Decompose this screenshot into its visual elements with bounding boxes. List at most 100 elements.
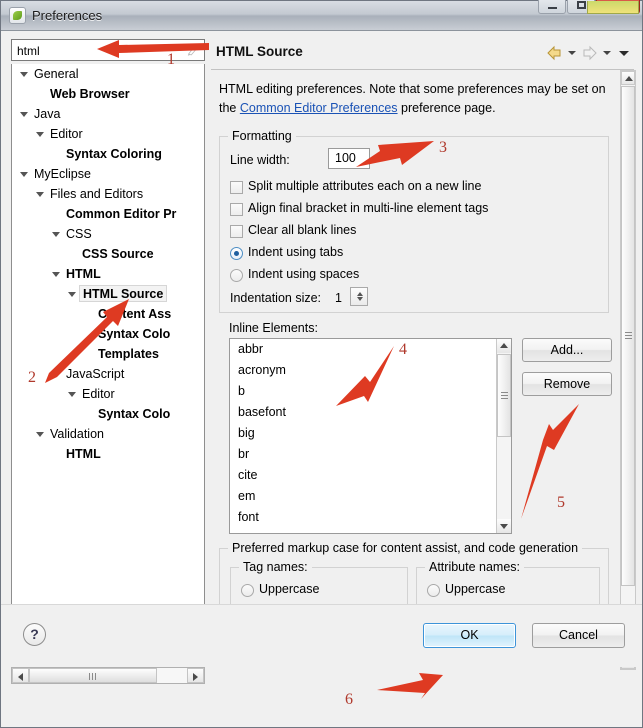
list-scroll-down-arrow-icon[interactable] [497, 519, 511, 533]
radio-label: Indent using tabs [248, 245, 344, 259]
tree-twisty-icon[interactable] [20, 172, 28, 180]
scroll-right-arrow-icon[interactable] [187, 668, 204, 683]
annotation-number-3: 3 [439, 139, 447, 156]
tree-item[interactable]: Files and Editors [12, 184, 204, 204]
tree-item-label: CSS Source [82, 247, 154, 261]
checkbox-box[interactable] [230, 181, 243, 194]
indentation-size-label: Indentation size: [230, 291, 322, 305]
list-item[interactable]: big [230, 423, 511, 444]
annotation-arrow-4 [336, 346, 394, 406]
list-vertical-scrollbar[interactable] [496, 339, 511, 533]
add-button[interactable]: Add... [522, 338, 612, 362]
hscroll-thumb[interactable] [29, 668, 157, 683]
page-title: HTML Source [216, 44, 303, 59]
tree-item-label: MyEclipse [34, 167, 91, 181]
page-toolbar [546, 45, 632, 61]
annotation-number-5: 5 [557, 494, 565, 511]
tag-names-legend: Tag names: [239, 560, 312, 574]
list-item[interactable]: br [230, 444, 511, 465]
tree-item-label: Files and Editors [50, 187, 144, 201]
remove-button[interactable]: Remove [522, 372, 612, 396]
tree-twisty-icon[interactable] [36, 192, 44, 200]
list-item[interactable]: cite [230, 465, 511, 486]
vscroll-thumb[interactable] [621, 86, 635, 586]
cancel-button[interactable]: Cancel [532, 623, 625, 648]
tree-item-label: CSS [66, 227, 92, 241]
tree-item[interactable]: HTML [12, 444, 204, 464]
tree-twisty-icon[interactable] [52, 272, 60, 280]
indentation-size-value: 1 [335, 291, 342, 305]
annotation-arrow-5 [521, 404, 579, 519]
annotation-arrow-2 [45, 299, 129, 383]
tree-twisty-icon[interactable] [20, 72, 28, 80]
help-question-icon[interactable]: ? [23, 623, 46, 646]
page-description: HTML editing preferences. Note that some… [219, 80, 611, 118]
checkbox-box[interactable] [230, 203, 243, 216]
tree-item-label: Common Editor Pr [66, 207, 177, 221]
annotation-number-6: 6 [345, 691, 353, 708]
tree-item[interactable]: HTML [12, 264, 204, 284]
scroll-up-arrow-icon[interactable] [621, 71, 635, 85]
tree-item[interactable]: Editor [12, 124, 204, 144]
tree-item[interactable]: Editor [12, 384, 204, 404]
annotation-arrow-6 [377, 673, 443, 699]
preference-page: HTML Source HTML editing preferences. No… [211, 39, 636, 684]
preferences-dialog: Preferences General Web Browser Java Editor… [0, 0, 643, 728]
tree-item[interactable]: MyEclipse [12, 164, 204, 184]
tree-item-label: Editor [82, 387, 115, 401]
tree-item-label: General [34, 67, 79, 81]
tree-twisty-icon[interactable] [52, 232, 60, 240]
tree-item-label: HTML [66, 447, 101, 461]
tree-twisty-icon[interactable] [36, 132, 44, 140]
radio-box[interactable] [230, 269, 243, 282]
tree-item[interactable]: Web Browser [12, 84, 204, 104]
tree-item[interactable]: CSS [12, 224, 204, 244]
tree-item-label: Java [34, 107, 61, 121]
tree-item[interactable]: Common Editor Pr [12, 204, 204, 224]
checkbox-box[interactable] [230, 225, 243, 238]
radio-box[interactable] [230, 247, 243, 260]
list-scroll-thumb[interactable] [497, 354, 511, 437]
tree-item[interactable]: CSS Source [12, 244, 204, 264]
tree-item-label: Validation [50, 427, 104, 441]
tree-twisty-icon[interactable] [68, 392, 76, 400]
list-item[interactable]: font [230, 507, 511, 528]
inline-elements-label: Inline Elements: [229, 321, 318, 335]
list-item[interactable]: em [230, 486, 511, 507]
tree-twisty-icon[interactable] [36, 432, 44, 440]
forward-dropdown-icon[interactable] [603, 51, 611, 55]
radio-label: Indent using spaces [248, 267, 360, 281]
annotation-number-1: 1 [167, 51, 175, 68]
tree-item[interactable]: Validation [12, 424, 204, 444]
list-scroll-up-arrow-icon[interactable] [497, 339, 511, 353]
window-title: Preferences [32, 8, 103, 23]
back-arrow-icon[interactable] [546, 45, 563, 61]
tree-item[interactable]: Syntax Coloring [12, 144, 204, 164]
radio-label: Uppercase [445, 582, 506, 596]
view-menu-icon[interactable] [619, 50, 629, 56]
common-editor-preferences-link[interactable]: Common Editor Preferences [240, 101, 398, 115]
checkbox-label: Split multiple attributes each on a new … [248, 179, 482, 193]
checkbox-label: Align final bracket in multi-line elemen… [248, 201, 489, 215]
tree-item[interactable]: General [12, 64, 204, 84]
ok-button[interactable]: OK [423, 623, 516, 648]
minimize-button[interactable] [538, 0, 566, 14]
page-vertical-scrollbar[interactable] [620, 70, 636, 670]
tree-horizontal-scrollbar[interactable] [11, 667, 205, 684]
back-dropdown-icon[interactable] [568, 51, 576, 55]
hscroll-track[interactable] [29, 668, 187, 683]
indentation-size-stepper[interactable] [350, 287, 368, 306]
tree-item[interactable]: Syntax Colo [12, 404, 204, 424]
tree-twisty-icon[interactable] [20, 112, 28, 120]
annotation-number-4: 4 [399, 341, 407, 358]
tree-item[interactable]: Java [12, 104, 204, 124]
title-bar: Preferences [1, 0, 642, 31]
tree-item-label: Web Browser [50, 87, 130, 101]
scroll-left-arrow-icon[interactable] [12, 668, 29, 683]
radio-box[interactable] [427, 584, 440, 597]
annotation-arrow-3 [356, 141, 434, 167]
radio-box[interactable] [241, 584, 254, 597]
tree-item-label: Syntax Coloring [66, 147, 162, 161]
myeclipse-leaf-icon [9, 7, 26, 24]
dialog-footer: ? OK Cancel [1, 604, 642, 667]
